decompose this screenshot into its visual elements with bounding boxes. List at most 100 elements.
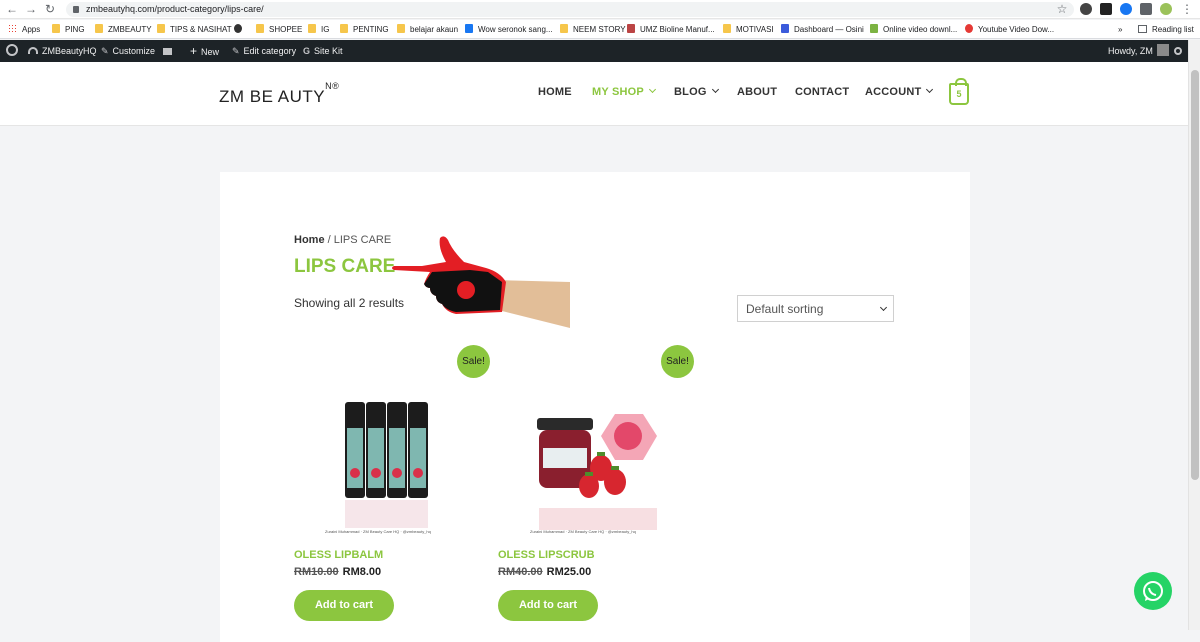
bookmark-item[interactable]: Youtube Video Dow... bbox=[965, 23, 1054, 36]
bookmark-item[interactable]: SHOPEE bbox=[256, 23, 302, 36]
scrub-content bbox=[614, 422, 642, 450]
wp-admin-bar: ZMBeautyHQ ✎ Customize + New ✎ Edit categor… bbox=[0, 40, 1188, 62]
product-price: RM10.00 RM8.00 bbox=[294, 566, 381, 578]
bookmark-apps[interactable]: Apps bbox=[8, 23, 40, 36]
site-icon bbox=[965, 24, 973, 33]
facebook-icon bbox=[465, 24, 473, 33]
wp-account-menu[interactable]: Howdy, ZM bbox=[1108, 40, 1169, 62]
bookmark-item[interactable]: TIPS & NASIHAT bbox=[157, 23, 232, 36]
wp-site-link[interactable]: ZMBeautyHQ bbox=[28, 40, 97, 62]
back-arrow-icon[interactable]: ← bbox=[5, 2, 19, 16]
cart-icon[interactable]: 5 bbox=[949, 78, 969, 105]
site-logo[interactable]: ZM BE AUTYN® bbox=[219, 81, 339, 107]
image-caption: Zuraini Muhammad · ZM Beauty Care HQ · @… bbox=[325, 529, 431, 534]
lipbalm-tubes bbox=[345, 402, 428, 498]
search-icon[interactable] bbox=[1174, 40, 1182, 62]
address-bar[interactable]: zmbeautyhq.com/product-category/lips-car… bbox=[66, 2, 1074, 17]
star-icon[interactable]: ☆ bbox=[1055, 2, 1069, 16]
profile-avatar[interactable] bbox=[1160, 3, 1172, 15]
folder-icon bbox=[157, 24, 165, 33]
wp-edit-category-link[interactable]: ✎ Edit category bbox=[232, 40, 296, 62]
apps-grid-icon bbox=[8, 24, 17, 33]
bookmark-item[interactable]: Wow seronok sang... bbox=[465, 23, 553, 36]
folder-icon bbox=[560, 24, 568, 33]
lock-icon bbox=[73, 6, 79, 13]
bookmark-item[interactable]: MOTIVASI bbox=[723, 23, 774, 36]
result-count: Showing all 2 results bbox=[294, 296, 405, 310]
product-title[interactable]: OLESS LIPBALM bbox=[294, 549, 383, 561]
bookmark-item[interactable]: ZMBEAUTY bbox=[95, 23, 152, 36]
bookmark-item[interactable]: PING bbox=[52, 23, 85, 36]
puzzle-icon[interactable] bbox=[1140, 3, 1152, 15]
facebook-icon[interactable] bbox=[1120, 3, 1132, 15]
product-image-lipscrub[interactable] bbox=[515, 388, 675, 543]
page-scrollbar[interactable] bbox=[1188, 40, 1200, 630]
folder-icon bbox=[397, 24, 405, 33]
chevron-down-icon bbox=[711, 85, 719, 94]
product-reflection bbox=[539, 508, 657, 530]
sort-select[interactable]: Default sorting bbox=[737, 295, 894, 322]
regular-price: RM40.00 bbox=[498, 566, 543, 578]
product-image-lipbalm[interactable] bbox=[310, 388, 470, 543]
sale-badge: Sale! bbox=[457, 345, 490, 378]
folder-icon bbox=[256, 24, 264, 33]
bookmark-item[interactable] bbox=[234, 23, 247, 36]
nav-blog[interactable]: BLOG bbox=[674, 85, 719, 98]
reload-icon[interactable]: ↻ bbox=[43, 2, 57, 16]
whatsapp-chat-button[interactable] bbox=[1134, 572, 1172, 610]
chevron-down-icon bbox=[879, 303, 888, 312]
nav-account[interactable]: ACCOUNT bbox=[865, 85, 934, 98]
whatsapp-icon bbox=[1143, 581, 1163, 601]
site-icon bbox=[627, 24, 635, 33]
sale-badge: Sale! bbox=[661, 345, 694, 378]
plus-icon: + bbox=[190, 44, 198, 58]
breadcrumb-current: LIPS CARE bbox=[333, 234, 392, 246]
extension-icon[interactable] bbox=[1100, 3, 1112, 15]
brush-icon: ✎ bbox=[101, 46, 109, 56]
product-price: RM40.00 RM25.00 bbox=[498, 566, 591, 578]
menu-dots-icon[interactable]: ⋮ bbox=[1180, 2, 1194, 16]
wp-customize-link[interactable]: ✎ Customize bbox=[101, 40, 155, 62]
chevron-down-icon bbox=[926, 85, 934, 94]
forward-arrow-icon[interactable]: → bbox=[24, 2, 38, 16]
browser-toolbar: ← → ↻ zmbeautyhq.com/product-category/li… bbox=[0, 0, 1200, 19]
bookmark-item[interactable]: PENTING bbox=[340, 23, 389, 36]
folder-icon bbox=[52, 24, 60, 33]
add-to-cart-button[interactable]: Add to cart bbox=[498, 590, 598, 621]
nav-home[interactable]: HOME bbox=[538, 86, 572, 98]
dashboard-icon bbox=[28, 47, 38, 54]
more-bookmarks[interactable]: » bbox=[1118, 23, 1122, 36]
nav-about[interactable]: ABOUT bbox=[737, 86, 777, 98]
scrollbar-thumb[interactable] bbox=[1191, 70, 1199, 480]
pencil-icon: ✎ bbox=[232, 46, 240, 56]
bookmark-item[interactable]: Online video downl... bbox=[870, 23, 957, 36]
wordpress-logo-icon[interactable] bbox=[6, 40, 18, 62]
nav-contact[interactable]: CONTACT bbox=[795, 86, 849, 98]
product-title[interactable]: OLESS LIPSCRUB bbox=[498, 549, 595, 561]
folder-icon bbox=[308, 24, 316, 33]
breadcrumb-home[interactable]: Home bbox=[294, 234, 325, 246]
nav-my-shop[interactable]: MY SHOP bbox=[592, 85, 656, 98]
wp-site-kit-link[interactable]: G Site Kit bbox=[303, 40, 343, 62]
bookmark-item[interactable]: Dashboard — Osini bbox=[781, 23, 864, 36]
download-icon bbox=[870, 24, 878, 33]
globe-icon bbox=[234, 24, 242, 33]
google-g-icon: G bbox=[303, 46, 311, 56]
add-to-cart-button[interactable]: Add to cart bbox=[294, 590, 394, 621]
page-title: LIPS CARE bbox=[294, 256, 396, 277]
breadcrumb: Home / LIPS CARE bbox=[294, 234, 392, 246]
folder-icon bbox=[340, 24, 348, 33]
extension-icon[interactable] bbox=[1080, 3, 1092, 15]
bookmark-item[interactable]: NEEM STORY bbox=[560, 23, 626, 36]
wp-new-link[interactable]: + New bbox=[190, 40, 219, 62]
avatar bbox=[1156, 44, 1169, 56]
bookmark-item[interactable]: IG bbox=[308, 23, 329, 36]
reading-list[interactable]: Reading list bbox=[1138, 23, 1194, 36]
reading-list-icon bbox=[1138, 25, 1147, 33]
pointing-hand-icon bbox=[392, 236, 570, 328]
url-text: zmbeautyhq.com/product-category/lips-car… bbox=[86, 4, 264, 14]
bookmark-item[interactable]: UMZ Bioline Manuf... bbox=[627, 23, 715, 36]
sale-price: RM25.00 bbox=[546, 566, 592, 578]
bookmark-item[interactable]: belajar akaun bbox=[397, 23, 458, 36]
comments-icon[interactable] bbox=[163, 40, 172, 62]
